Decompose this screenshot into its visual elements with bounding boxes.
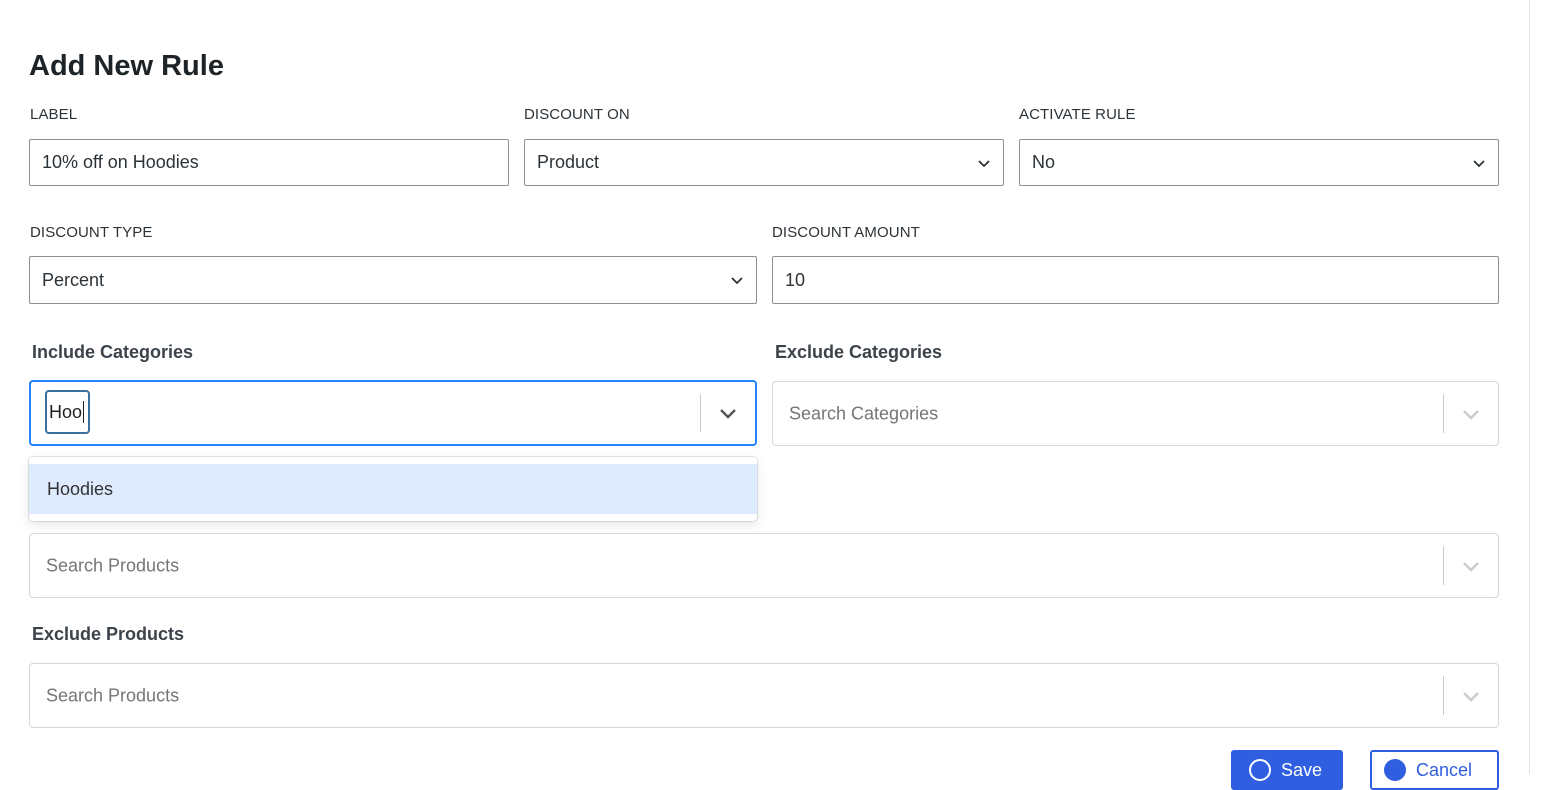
exclude-products-select[interactable]: Search Products: [29, 663, 1499, 728]
exclude-categories-label: Exclude Categories: [775, 342, 943, 362]
label-input-value: 10% off on Hoodies: [42, 152, 199, 172]
close-circle-icon: [1384, 759, 1406, 781]
discount-on-select[interactable]: Product: [524, 139, 1004, 186]
page-title: Add New Rule: [29, 50, 224, 82]
discount-amount-label: DISCOUNT AMOUNT: [772, 224, 920, 241]
category-option-hoodies[interactable]: Hoodies: [29, 464, 757, 514]
activate-rule-value: No: [1032, 152, 1056, 172]
chevron-down-icon[interactable]: [1462, 408, 1480, 420]
cancel-button[interactable]: Cancel: [1370, 750, 1499, 790]
indicator-separator: [1443, 676, 1444, 715]
discount-on-value: Product: [537, 152, 600, 172]
activate-rule-select[interactable]: No: [1019, 139, 1499, 186]
include-categories-menu: Hoodies: [29, 457, 757, 521]
cancel-button-label: Cancel: [1416, 759, 1473, 780]
save-button-label: Save: [1281, 759, 1323, 780]
discount-amount-input[interactable]: 10: [772, 256, 1499, 304]
discount-on-label: DISCOUNT ON: [524, 106, 630, 123]
exclude-categories-select[interactable]: Search Categories: [772, 381, 1499, 446]
include-categories-label: Include Categories: [32, 342, 194, 362]
discount-type-value: Percent: [42, 269, 105, 290]
chevron-down-icon[interactable]: [719, 407, 737, 419]
indicator-separator: [1443, 546, 1444, 585]
discount-type-select[interactable]: Percent: [29, 256, 757, 304]
page-divider: [1529, 0, 1530, 774]
discount-amount-value: 10: [785, 269, 806, 290]
include-products-select[interactable]: Search Products: [29, 533, 1499, 598]
include-products-placeholder: Search Products: [46, 555, 180, 575]
exclude-products-label: Exclude Products: [32, 624, 185, 644]
save-button[interactable]: Save: [1231, 750, 1343, 790]
chevron-down-icon: [731, 277, 743, 285]
chevron-down-icon: [978, 159, 990, 167]
label-input[interactable]: 10% off on Hoodies: [29, 139, 509, 186]
label-field-label: LABEL: [30, 106, 78, 123]
include-categories-select[interactable]: Hoo: [29, 380, 757, 446]
indicator-separator: [700, 394, 701, 432]
chevron-down-icon: [1473, 159, 1485, 167]
indicator-separator: [1443, 394, 1444, 433]
exclude-categories-placeholder: Search Categories: [789, 403, 939, 423]
include-categories-search-input[interactable]: Hoo: [45, 390, 91, 434]
chevron-down-icon[interactable]: [1462, 560, 1480, 572]
chevron-down-icon[interactable]: [1462, 690, 1480, 702]
save-icon: [1249, 759, 1271, 781]
text-cursor: [83, 401, 85, 423]
discount-type-label: DISCOUNT TYPE: [30, 224, 153, 241]
include-categories-typed-text: Hoo: [49, 401, 83, 422]
activate-rule-label: ACTIVATE RULE: [1019, 106, 1136, 123]
exclude-products-placeholder: Search Products: [46, 685, 180, 705]
